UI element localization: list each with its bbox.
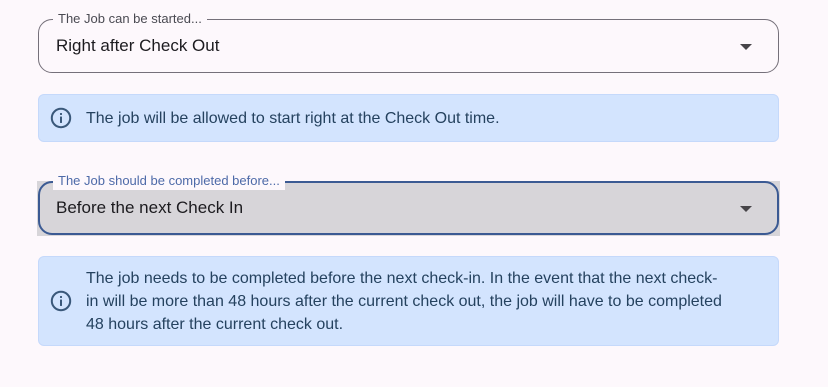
job-complete-select[interactable]: The Job should be completed before... Be… bbox=[38, 172, 779, 235]
caret-down-icon bbox=[740, 44, 752, 50]
job-complete-info-alert: The job needs to be completed before the… bbox=[38, 256, 779, 346]
info-icon bbox=[50, 107, 72, 129]
job-complete-info-line: The job needs to be completed before the… bbox=[86, 270, 718, 287]
job-complete-value: Before the next Check In bbox=[56, 198, 244, 217]
job-start-label: The Job can be started... bbox=[53, 10, 207, 28]
info-icon bbox=[50, 290, 72, 312]
job-complete-label: The Job should be completed before... bbox=[53, 172, 285, 190]
job-complete-info-text: The job needs to be completed before the… bbox=[86, 267, 768, 336]
caret-down-icon bbox=[740, 206, 752, 212]
job-start-value: Right after Check Out bbox=[56, 36, 220, 55]
job-start-info-text: The job will be allowed to start right a… bbox=[86, 110, 500, 127]
job-start-select[interactable]: The Job can be started... Right after Ch… bbox=[38, 10, 779, 73]
job-complete-info-line: in will be more than 48 hours after the … bbox=[86, 293, 722, 310]
job-start-info-alert: The job will be allowed to start right a… bbox=[38, 94, 779, 142]
job-complete-info-line: 48 hours after the current check out. bbox=[86, 316, 344, 333]
